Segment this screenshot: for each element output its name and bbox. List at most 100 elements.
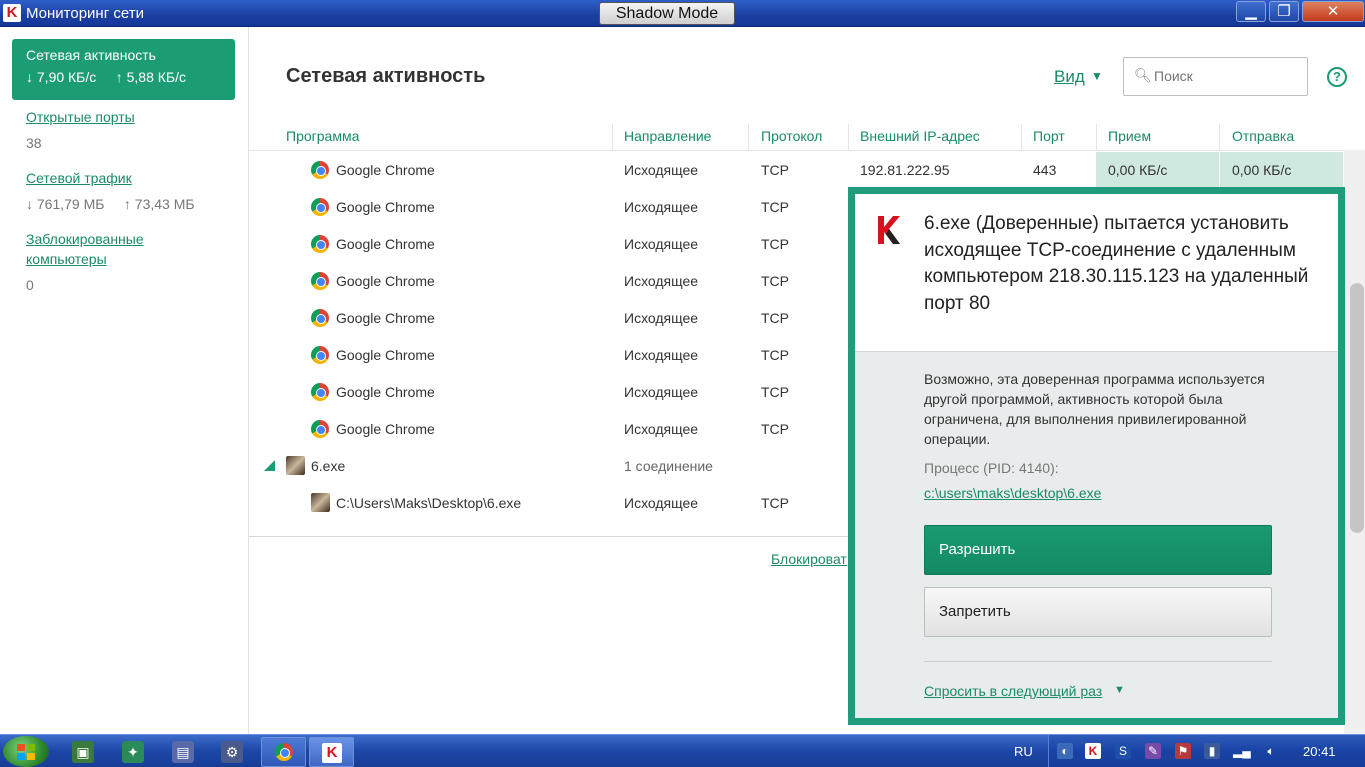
- close-button[interactable]: ✕: [1302, 1, 1364, 22]
- column-divider: [1096, 124, 1097, 150]
- kaspersky-tray-icon[interactable]: K: [1085, 743, 1101, 759]
- exe-icon: [311, 493, 330, 512]
- protocol: TCP: [761, 273, 789, 289]
- chevron-down-icon[interactable]: ▼: [1114, 684, 1125, 696]
- network-tool-icon[interactable]: ✦: [122, 741, 144, 763]
- direction: Исходящее: [624, 310, 699, 326]
- column-header-receive[interactable]: Прием: [1108, 128, 1151, 144]
- download-speed: ↓ 7,90 КБ/с: [26, 69, 97, 85]
- sidebar-item-open-ports[interactable]: Открытые порты: [26, 107, 135, 127]
- blocked-computers-count: 0: [26, 277, 34, 293]
- window-title: Мониторинг сети: [26, 5, 144, 22]
- search-box[interactable]: 🔍︎: [1123, 57, 1308, 96]
- chevron-down-icon[interactable]: ▼: [1091, 69, 1103, 83]
- taskbar-item-kaspersky[interactable]: K: [309, 737, 354, 767]
- remote-desktop-icon[interactable]: ▤: [172, 741, 194, 763]
- port: 443: [1033, 162, 1057, 178]
- sidebar-item-network-traffic[interactable]: Сетевой трафик: [26, 168, 132, 188]
- chrome-icon: [311, 383, 329, 401]
- dialog-header: 6.exe (Доверенные) пытается установить и…: [855, 194, 1338, 352]
- protocol: TCP: [761, 162, 789, 178]
- dialog-heading: 6.exe (Доверенные) пытается установить и…: [924, 213, 1309, 314]
- column-header-send[interactable]: Отправка: [1232, 128, 1294, 144]
- external-ip: 192.81.222.95: [860, 162, 950, 178]
- action-center-icon[interactable]: ⚑: [1175, 743, 1191, 759]
- sidebar: Сетевая активность ↓ 7,90 КБ/с ↑ 5,88 КБ…: [0, 27, 249, 734]
- clock[interactable]: 20:41: [1303, 744, 1336, 759]
- protocol: TCP: [761, 199, 789, 215]
- program-name: 6.exe: [311, 458, 346, 474]
- table-row[interactable]: Google Chrome Исходящее TCP 192.81.222.9…: [249, 152, 1344, 189]
- direction: Исходящее: [624, 273, 699, 289]
- send-rate: 0,00 КБ/с: [1232, 162, 1292, 178]
- direction: Исходящее: [624, 162, 699, 178]
- network-status-icon[interactable]: ◐: [1057, 743, 1073, 759]
- blocked-computers-line1: Заблокированные: [26, 231, 144, 247]
- deny-button[interactable]: Запретить: [924, 587, 1272, 637]
- scrollbar-thumb[interactable]: [1350, 283, 1364, 533]
- column-divider: [748, 124, 749, 150]
- security-tray-icon[interactable]: S: [1115, 743, 1131, 759]
- shadow-mode-button[interactable]: Shadow Mode: [599, 2, 735, 25]
- protocol: TCP: [761, 384, 789, 400]
- program-name: Google Chrome: [336, 162, 435, 178]
- column-divider: [1219, 124, 1220, 150]
- direction: Исходящее: [624, 347, 699, 363]
- direction: Исходящее: [624, 236, 699, 252]
- allow-button[interactable]: Разрешить: [924, 525, 1272, 575]
- sidebar-item-speed: ↓ 7,90 КБ/с ↑ 5,88 КБ/с: [26, 69, 221, 85]
- language-indicator[interactable]: RU: [1014, 744, 1033, 759]
- kaspersky-icon: K: [322, 743, 342, 763]
- connection-count: 1 соединение: [624, 458, 713, 474]
- minimize-button[interactable]: ▁: [1236, 1, 1266, 22]
- sidebar-item-blocked-computers[interactable]: Заблокированные компьютеры: [26, 229, 144, 269]
- column-header-external-ip[interactable]: Внешний IP-адрес: [860, 128, 980, 144]
- volume-icon[interactable]: 🔈︎: [1263, 743, 1279, 759]
- process-path-link[interactable]: c:\users\maks\desktop\6.exe: [924, 485, 1101, 501]
- sidebar-item-label: Сетевая активность: [26, 47, 156, 63]
- program-name: Google Chrome: [336, 273, 435, 289]
- network-traffic-values: ↓ 761,79 МБ ↑ 73,43 МБ: [26, 196, 195, 212]
- kaspersky-app-icon: K: [3, 4, 21, 22]
- column-header-port[interactable]: Порт: [1033, 128, 1065, 144]
- help-icon[interactable]: ?: [1327, 67, 1347, 87]
- sidebar-item-network-activity[interactable]: Сетевая активность ↓ 7,90 КБ/с ↑ 5,88 КБ…: [12, 39, 235, 100]
- chrome-icon: [311, 235, 329, 253]
- direction: Исходящее: [624, 199, 699, 215]
- protocol: TCP: [761, 495, 789, 511]
- maximize-button[interactable]: ❐: [1269, 1, 1299, 22]
- header-divider: [249, 150, 1344, 151]
- column-header-direction[interactable]: Направление: [624, 128, 711, 144]
- ask-next-time-link[interactable]: Спросить в следующий раз: [924, 683, 1102, 699]
- program-name: Google Chrome: [336, 421, 435, 437]
- taskbar-item-chrome[interactable]: [261, 737, 306, 767]
- chrome-icon: [311, 198, 329, 216]
- block-link[interactable]: Блокироват: [771, 551, 847, 567]
- chrome-icon: [311, 161, 329, 179]
- program-path: C:\Users\Maks\Desktop\6.exe: [336, 495, 522, 511]
- desktop-icon[interactable]: ▣: [72, 741, 94, 763]
- page-title: Сетевая активность: [286, 65, 486, 87]
- chrome-icon: [311, 309, 329, 327]
- pen-tray-icon[interactable]: ✎: [1145, 743, 1161, 759]
- settings-gear-icon[interactable]: ⚙: [221, 741, 243, 763]
- open-ports-count: 38: [26, 135, 42, 151]
- program-name: Google Chrome: [336, 384, 435, 400]
- column-header-protocol[interactable]: Протокол: [761, 128, 822, 144]
- chrome-icon: [311, 420, 329, 438]
- dialog-description: Возможно, эта доверенная программа испол…: [924, 371, 1265, 447]
- column-header-program[interactable]: Программа: [286, 128, 359, 144]
- dialog-divider: [924, 661, 1272, 662]
- taskbar: ▣ ✦ ▤ ⚙ K RU ◐ K S ✎ ⚑ ▮ ▂▄ 🔈︎ 20:41: [0, 734, 1365, 767]
- chrome-icon: [311, 272, 329, 290]
- title-bar: K Мониторинг сети Shadow Mode ▁ ❐ ✕: [0, 0, 1365, 27]
- search-input[interactable]: [1154, 66, 1299, 86]
- view-menu-link[interactable]: Вид: [1054, 67, 1085, 87]
- power-icon[interactable]: ▮: [1204, 743, 1220, 759]
- signal-icon[interactable]: ▂▄: [1233, 743, 1251, 759]
- windows-logo-icon: [17, 744, 35, 760]
- connection-alert-dialog: 6.exe (Доверенные) пытается установить и…: [848, 187, 1345, 725]
- start-button[interactable]: [3, 736, 49, 767]
- direction: Исходящее: [624, 384, 699, 400]
- column-divider: [1021, 124, 1022, 150]
